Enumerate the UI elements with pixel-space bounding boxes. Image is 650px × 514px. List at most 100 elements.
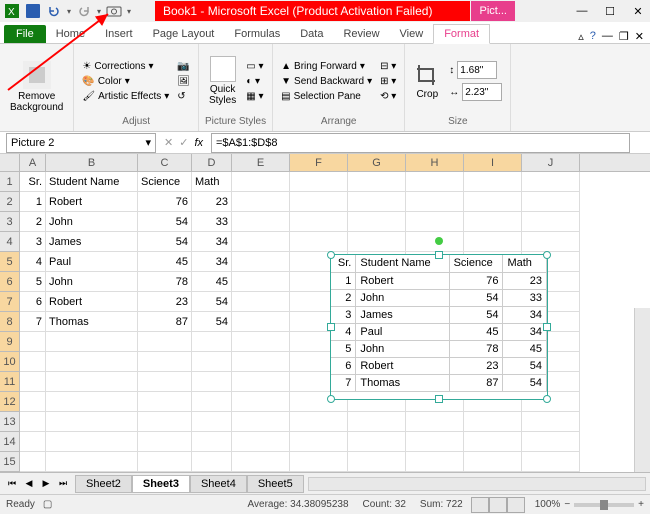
cells-area[interactable]: Sr.Student NameScienceMath1Robert76232Jo… [20, 172, 650, 472]
cell[interactable] [20, 332, 46, 352]
tab-home[interactable]: Home [46, 25, 95, 43]
cell[interactable] [522, 452, 580, 472]
cell[interactable]: 45 [138, 252, 192, 272]
tab-view[interactable]: View [390, 25, 434, 43]
tab-page-layout[interactable]: Page Layout [143, 25, 225, 43]
cell[interactable] [46, 392, 138, 412]
cell[interactable] [348, 212, 406, 232]
cell[interactable] [464, 212, 522, 232]
zoom-level[interactable]: 100% [535, 499, 561, 510]
row-header[interactable]: 12 [0, 392, 19, 412]
cell[interactable] [232, 252, 290, 272]
cell[interactable] [232, 352, 290, 372]
cell[interactable]: 23 [192, 192, 232, 212]
cell[interactable] [20, 452, 46, 472]
cell[interactable] [192, 392, 232, 412]
doc-minimize-icon[interactable]: — [602, 30, 613, 43]
cell[interactable] [46, 452, 138, 472]
macro-record-icon[interactable]: ▢ [43, 499, 52, 510]
cell[interactable] [522, 412, 580, 432]
row-header[interactable]: 3 [0, 212, 19, 232]
row-header[interactable]: 8 [0, 312, 19, 332]
crop-button[interactable]: Crop [411, 46, 443, 116]
sheet-nav-first-icon[interactable]: ⏮ [4, 476, 20, 492]
redo-icon[interactable] [74, 2, 94, 20]
cell[interactable]: 23 [138, 292, 192, 312]
tab-format[interactable]: Format [433, 24, 490, 44]
row-header[interactable]: 1 [0, 172, 19, 192]
cell[interactable] [232, 172, 290, 192]
picture-layout-icon[interactable]: ▦ ▾ [244, 90, 265, 103]
resize-handle[interactable] [543, 251, 551, 259]
cell[interactable] [232, 332, 290, 352]
page-break-view-icon[interactable] [507, 497, 525, 513]
cell[interactable] [192, 332, 232, 352]
resize-handle[interactable] [543, 323, 551, 331]
cell[interactable] [406, 432, 464, 452]
cell[interactable] [232, 392, 290, 412]
tab-formulas[interactable]: Formulas [224, 25, 290, 43]
cell[interactable] [232, 232, 290, 252]
resize-handle[interactable] [327, 395, 335, 403]
undo-dropdown-icon[interactable]: ▾ [65, 7, 73, 16]
cell[interactable] [232, 452, 290, 472]
row-header[interactable]: 5 [0, 252, 19, 272]
cell[interactable]: Student Name [46, 172, 138, 192]
send-backward-button[interactable]: ▼Send Backward ▾ [279, 75, 374, 88]
maximize-icon[interactable]: ☐ [602, 4, 618, 18]
cell[interactable]: 1 [20, 192, 46, 212]
row-header[interactable]: 14 [0, 432, 19, 452]
row-header[interactable]: 9 [0, 332, 19, 352]
vertical-scrollbar[interactable] [634, 308, 650, 472]
cell[interactable] [232, 292, 290, 312]
doc-close-icon[interactable]: ✕ [635, 30, 644, 43]
sheet-nav-prev-icon[interactable]: ◀ [21, 476, 37, 492]
cell[interactable] [20, 352, 46, 372]
cell[interactable] [464, 172, 522, 192]
cell[interactable] [290, 192, 348, 212]
cell[interactable]: 45 [192, 272, 232, 292]
cell[interactable] [348, 412, 406, 432]
cell[interactable]: Paul [46, 252, 138, 272]
selection-pane-button[interactable]: ▤Selection Pane [279, 90, 374, 103]
sheet-tab[interactable]: Sheet4 [190, 475, 247, 493]
sheet-nav-next-icon[interactable]: ▶ [38, 476, 54, 492]
col-header[interactable]: E [232, 154, 290, 171]
cell[interactable] [522, 192, 580, 212]
cell[interactable]: John [46, 272, 138, 292]
cell[interactable]: James [46, 232, 138, 252]
cell[interactable]: Math [192, 172, 232, 192]
cell[interactable] [138, 332, 192, 352]
width-input[interactable] [462, 83, 502, 101]
compress-pictures-icon[interactable]: 📷 [175, 60, 192, 73]
cell[interactable] [192, 452, 232, 472]
cell[interactable] [192, 412, 232, 432]
col-header[interactable]: G [348, 154, 406, 171]
cell[interactable] [464, 232, 522, 252]
cell[interactable] [46, 432, 138, 452]
cell[interactable]: 54 [138, 232, 192, 252]
cell[interactable] [522, 432, 580, 452]
cell[interactable]: 54 [192, 292, 232, 312]
cell[interactable] [232, 192, 290, 212]
sheet-nav-last-icon[interactable]: ⏭ [55, 476, 71, 492]
cell[interactable] [522, 172, 580, 192]
cell[interactable]: Robert [46, 292, 138, 312]
picture-object[interactable]: Sr.Student NameScienceMath1Robert76232Jo… [330, 254, 548, 400]
cell[interactable]: 7 [20, 312, 46, 332]
sheet-tab[interactable]: Sheet5 [247, 475, 304, 493]
resize-handle[interactable] [435, 395, 443, 403]
cell[interactable] [406, 192, 464, 212]
cell[interactable] [290, 212, 348, 232]
row-header[interactable]: 7 [0, 292, 19, 312]
row-header[interactable]: 11 [0, 372, 19, 392]
cell[interactable] [290, 452, 348, 472]
cell[interactable] [522, 212, 580, 232]
zoom-in-icon[interactable]: + [638, 499, 644, 510]
cell[interactable] [138, 432, 192, 452]
col-header[interactable]: A [20, 154, 46, 171]
minimize-icon[interactable]: — [574, 4, 590, 18]
group-icon[interactable]: ⊞ ▾ [378, 75, 398, 88]
cell[interactable] [20, 432, 46, 452]
col-header[interactable]: C [138, 154, 192, 171]
